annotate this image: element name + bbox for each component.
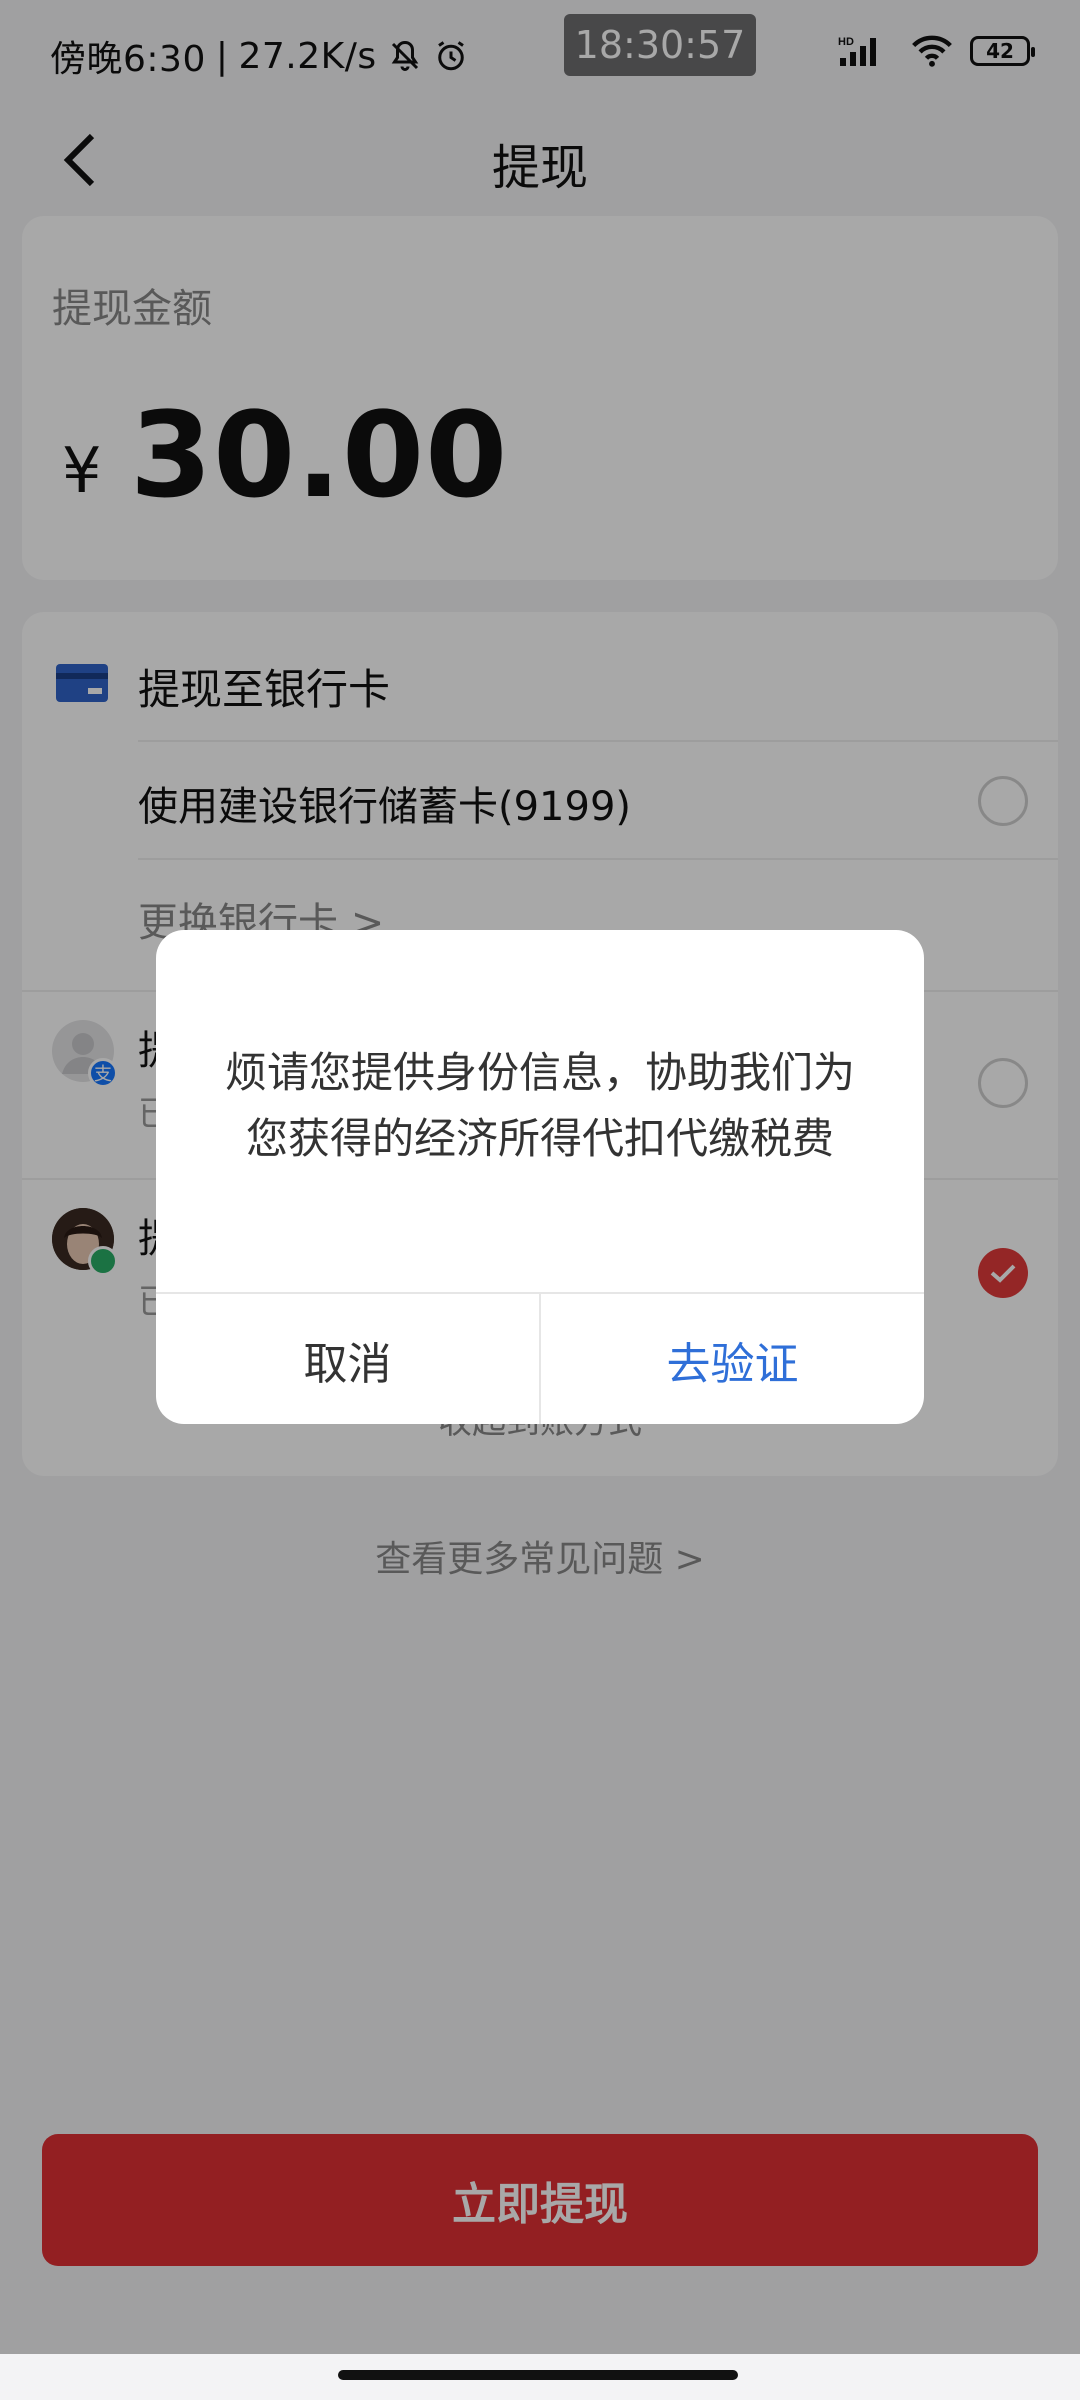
- dialog-verify-button[interactable]: 去验证: [541, 1294, 924, 1424]
- dialog-message: 烦请您提供身份信息，协助我们为您获得的经济所得代扣代缴税费: [224, 1048, 855, 1163]
- identity-verify-dialog: 烦请您提供身份信息，协助我们为您获得的经济所得代扣代缴税费 取消 去验证: [156, 930, 924, 1424]
- dialog-buttons: 取消 去验证: [156, 1292, 924, 1424]
- home-indicator[interactable]: [338, 2370, 738, 2380]
- dialog-cancel-button[interactable]: 取消: [156, 1294, 541, 1424]
- withdraw-page: 傍晚6:30 | 27.2K/s 18:30:57 HD 42 提现 提现金额 …: [0, 0, 1080, 2400]
